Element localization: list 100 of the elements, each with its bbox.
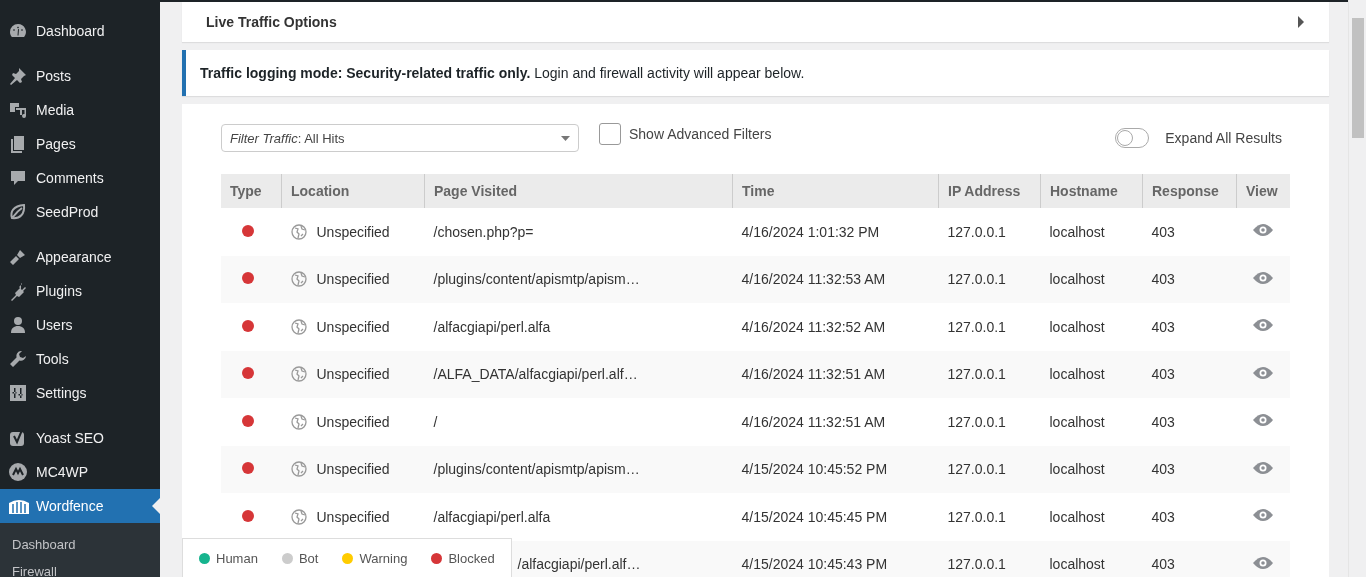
table-cell: 127.0.0.1 — [947, 366, 1006, 383]
legend-label: Human — [216, 551, 258, 566]
table-cell: 403 — [1151, 366, 1175, 383]
table-cell: 4/15/2024 10:45:52 PM — [741, 461, 888, 478]
table-cell: Unspecified — [316, 413, 390, 430]
table-cell: 403 — [1151, 318, 1175, 335]
notice-text: Traffic logging mode: Security-related traffic only. Login and firewall activity will appear below. — [182, 50, 1329, 96]
sidebar-item[interactable]: Appearance — [0, 240, 160, 274]
checkbox[interactable] — [599, 123, 621, 145]
sidebar-item[interactable]: Posts — [0, 59, 160, 93]
globe-icon — [290, 318, 307, 335]
table-cell: /alfacgiapi/perl.alf… — [517, 556, 641, 573]
table-cell: Unspecified — [316, 508, 390, 525]
table-cell: 403 — [1151, 223, 1175, 240]
table-cell: 403 — [1151, 271, 1175, 288]
filter-dropdown[interactable]: Filter Traffic: All Hits — [221, 124, 579, 152]
submenu-item[interactable]: Dashboard — [0, 531, 160, 558]
column-header: Response — [1142, 174, 1237, 208]
table-cell: 4/15/2024 10:45:43 PM — [741, 556, 888, 573]
wrench-icon — [8, 349, 28, 369]
table-cell: 127.0.0.1 — [947, 461, 1006, 478]
table-cell: 4/15/2024 10:45:45 PM — [741, 508, 888, 525]
sidebar-item[interactable]: Wordfence — [0, 489, 160, 523]
eye-icon[interactable] — [1252, 270, 1275, 285]
checkbox-label: Show Advanced Filters — [629, 126, 772, 142]
column-header: Time — [732, 174, 939, 208]
sidebar-item[interactable]: Comments — [0, 161, 160, 195]
eye-icon[interactable] — [1252, 460, 1275, 475]
sidebar-item[interactable]: Settings — [0, 376, 160, 410]
leaf-icon — [8, 202, 28, 222]
table-cell: localhost — [1049, 366, 1105, 383]
sidebar-item[interactable]: Pages — [0, 127, 160, 161]
column-header: IP Address — [938, 174, 1041, 208]
table-cell: localhost — [1049, 461, 1105, 478]
table-cell: Unspecified — [316, 271, 390, 288]
sidebar-item[interactable]: Users — [0, 308, 160, 342]
paintbrush-icon — [8, 247, 28, 267]
speech-bubble-icon — [8, 168, 28, 188]
table-cell: 403 — [1151, 413, 1175, 430]
table-cell: Unspecified — [316, 223, 390, 240]
sliders-icon — [8, 383, 28, 403]
toggle-label: Expand All Results — [1165, 130, 1282, 146]
table-cell: 127.0.0.1 — [947, 318, 1006, 335]
eye-icon[interactable] — [1252, 555, 1275, 570]
eye-icon[interactable] — [1252, 318, 1275, 333]
globe-icon — [290, 366, 307, 383]
sidebar-item[interactable]: Plugins — [0, 274, 160, 308]
table-cell: /alfacgiapi/perl.alfa — [433, 318, 551, 335]
scrollbar[interactable] — [1348, 0, 1366, 577]
column-header: Location — [281, 174, 425, 208]
submenu-item[interactable]: Firewall — [0, 558, 160, 577]
table-cell: / — [433, 413, 438, 430]
table-cell: 4/16/2024 11:32:51 AM — [741, 366, 886, 383]
table-cell: localhost — [1049, 413, 1105, 430]
globe-icon — [290, 508, 307, 525]
table-cell: Unspecified — [316, 461, 390, 478]
table-cell: 4/16/2024 11:32:51 AM — [741, 413, 886, 430]
column-header: Hostname — [1040, 174, 1143, 208]
table-cell: localhost — [1049, 556, 1105, 573]
sidebar-item[interactable]: SeedProd — [0, 195, 160, 229]
pin-icon — [8, 66, 28, 86]
options-panel[interactable]: Live Traffic Options — [182, 2, 1329, 42]
table-cell: localhost — [1049, 508, 1105, 525]
globe-icon — [290, 413, 307, 430]
table-cell: localhost — [1049, 271, 1105, 288]
sidebar-item[interactable]: Yoast SEO — [0, 421, 160, 455]
globe-icon — [290, 461, 307, 478]
legend-label: Warning — [359, 551, 408, 566]
table-cell: 127.0.0.1 — [947, 508, 1006, 525]
table-cell: 127.0.0.1 — [947, 413, 1006, 430]
sidebar-item[interactable]: MC4WP — [0, 455, 160, 489]
table-cell: 4/16/2024 1:01:32 PM — [741, 223, 880, 240]
sidebar-item[interactable]: Dashboard — [0, 14, 160, 48]
eye-icon[interactable] — [1252, 365, 1275, 380]
sidebar-item[interactable]: Tools — [0, 342, 160, 376]
dropdown-arrow-icon — [561, 135, 570, 141]
globe-icon — [290, 271, 307, 288]
eye-icon[interactable] — [1252, 508, 1275, 523]
table-cell: /plugins/content/apismtp/apism… — [433, 461, 640, 478]
sidebar-item[interactable]: Media — [0, 93, 160, 127]
column-header: Page Visited — [424, 174, 733, 208]
panel-title: Live Traffic Options — [206, 14, 337, 30]
table-cell: Unspecified — [316, 318, 390, 335]
table-cell: 127.0.0.1 — [947, 271, 1006, 288]
column-header: Type — [221, 174, 282, 208]
globe-icon — [290, 223, 307, 240]
table-cell: Unspecified — [316, 366, 390, 383]
legend-label: Blocked — [448, 551, 495, 566]
table-cell: 4/16/2024 11:32:53 AM — [741, 271, 886, 288]
table-cell: 127.0.0.1 — [947, 223, 1006, 240]
table-cell: 4/16/2024 11:32:52 AM — [741, 318, 886, 335]
table-cell: /plugins/content/apismtp/apism… — [433, 271, 640, 288]
table-cell: 403 — [1151, 556, 1175, 573]
table-cell: localhost — [1049, 223, 1105, 240]
circle-logo-icon — [8, 462, 28, 482]
eye-icon[interactable] — [1252, 413, 1275, 428]
table-cell: /chosen.php?p= — [433, 223, 534, 240]
table-cell: 403 — [1151, 461, 1175, 478]
table-cell: 403 — [1151, 508, 1175, 525]
eye-icon[interactable] — [1252, 223, 1275, 238]
